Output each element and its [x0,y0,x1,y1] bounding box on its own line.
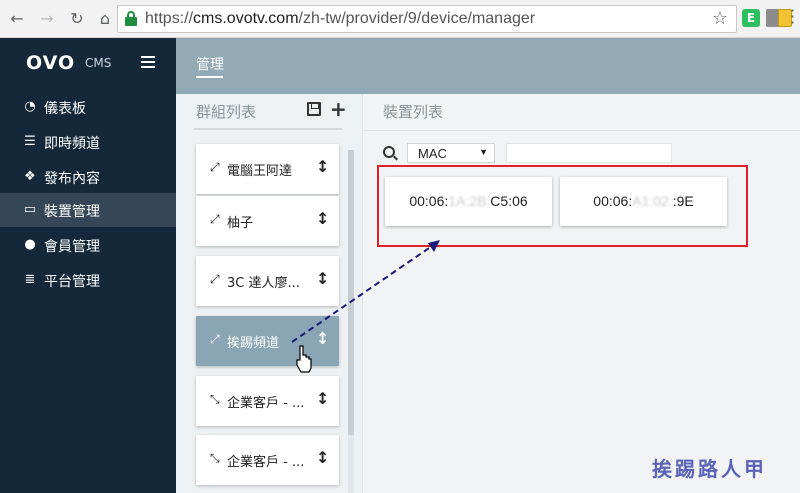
group-name: 柚子 [227,216,254,231]
mac-prefix: 00:06: [593,193,633,209]
sidebar-item-label: 裝置管理 [44,204,100,220]
mac-obscured: A1:02: [632,193,673,209]
sidebar-item-member-management[interactable]: ● 會員管理 [0,228,176,262]
group-item-selected[interactable]: ⤢ 挨踢頻道 ↕ [196,316,339,366]
evernote-extension-icon[interactable]: E [742,9,760,27]
bookmark-star-icon[interactable]: ☆ [712,8,728,29]
address-bar[interactable]: https://cms.ovotv.com/zh-tw/provider/9/d… [117,5,737,33]
collapse-arrows-icon: ⤡ [210,392,220,406]
sidebar-item-dashboard[interactable]: ◔ 儀表板 [0,90,176,124]
sidebar-item-device-management[interactable]: ▭ 裝置管理 [0,193,176,227]
sidebar-item-label: 發布內容 [44,171,100,187]
divider [194,128,342,130]
device-list-title: 裝置列表 [383,103,444,121]
url-host: cms.ovotv.com [193,10,299,27]
device-search-input[interactable] [506,143,672,163]
sort-handle-icon[interactable]: ↕ [316,269,329,288]
mac-prefix: 00:06: [409,193,449,209]
sort-handle-icon[interactable]: ↕ [316,329,329,348]
logo: OVO [26,52,76,74]
user-icon: ● [24,237,36,252]
group-item[interactable]: ⤡ 企業客戶 - ... ↕ [196,376,339,426]
expand-arrows-icon: ⤢ [210,332,220,346]
back-arrow-icon[interactable]: ← [6,8,28,30]
expand-arrows-icon: ⤢ [210,160,220,174]
add-group-icon[interactable]: + [330,97,347,121]
url-path: /zh-tw/provider/9/device/manager [298,10,536,27]
group-item[interactable]: ⤢ 柚子 ↕ [196,196,339,246]
lock-icon [125,11,137,27]
device-card[interactable]: 00:06:1A:2B:C5:06 [385,177,552,226]
sidebar-item-platform-management[interactable]: ≣ 平台管理 [0,263,176,297]
logo-subtitle: CMS [85,56,112,70]
group-name: 挨踢頻道 [227,336,280,351]
collapse-arrows-icon: ⤡ [210,451,220,465]
sidebar-item-label: 會員管理 [44,239,100,255]
url-text[interactable]: https://cms.ovotv.com/zh-tw/provider/9/d… [145,10,535,28]
tab-manage[interactable]: 管理 [196,54,224,74]
hamburger-menu-icon[interactable] [141,56,155,68]
sidebar-item-label: 即時頻道 [44,136,100,152]
group-item[interactable]: ⤢ 3C 達人廖... ↕ [196,256,339,306]
server-icon: ≣ [24,272,36,287]
group-list-title: 群組列表 [196,103,257,121]
sidebar: OVO CMS ◔ 儀表板 ☰ 即時頻道 ❖ 發布內容 ▭ 裝置管理 ● 會員管… [0,38,176,493]
forward-arrow-icon[interactable]: → [36,8,58,30]
sidebar-item-label: 儀表板 [44,101,86,117]
url-scheme: https:// [145,10,194,27]
group-name: 企業客戶 - ... [227,455,305,470]
group-name: 3C 達人廖... [227,276,300,291]
sort-handle-icon[interactable]: ↕ [316,448,329,467]
list-icon: ☰ [24,134,36,149]
group-list-panel: 群組列表 + ⤢ 電腦王阿達 ↕ ⤢ 柚子 ↕ ⤢ 3C 達人廖... ↕ ⤢ … [176,94,362,493]
scrollbar-thumb[interactable] [348,150,354,435]
sidebar-item-live-channels[interactable]: ☰ 即時頻道 [0,125,176,159]
mac-obscured: 1A:2B: [448,193,491,209]
device-list-panel: 裝置列表 MAC ▼ 00:06:1A:2B:C5:06 00:06:A1:02… [362,94,800,493]
search-icon [383,146,395,158]
expand-arrows-icon: ⤢ [210,272,220,286]
sort-handle-icon[interactable]: ↕ [316,209,329,228]
mac-suffix: C5:06 [490,193,528,209]
group-name: 電腦王阿達 [227,164,293,179]
sidebar-item-label: 平台管理 [44,274,100,290]
home-icon[interactable]: ⌂ [94,8,116,30]
sort-handle-icon[interactable]: ↕ [316,389,329,408]
monitor-icon: ▭ [23,202,37,217]
content-header: 管理 [176,38,800,94]
group-name: 企業客戶 - ... [227,396,305,411]
save-icon[interactable] [307,102,321,116]
mac-suffix: :9E [672,193,694,209]
sidebar-item-publish-content[interactable]: ❖ 發布內容 [0,160,176,194]
cubes-icon: ❖ [24,169,36,184]
device-card[interactable]: 00:06:A1:02::9E [560,177,727,226]
filter-field-select[interactable]: MAC ▼ [407,143,495,163]
divider [363,130,800,131]
reload-icon[interactable]: ↻ [66,8,88,30]
selected-filter-value: MAC [418,146,447,161]
group-item[interactable]: ⤡ 企業客戶 - ... ↕ [196,435,339,485]
browser-toolbar: ← → ↻ ⌂ https://cms.ovotv.com/zh-tw/prov… [0,0,800,38]
watermark: 挨踢路人甲 [652,457,767,481]
expand-arrows-icon: ⤢ [210,212,220,226]
browser-menu-icon[interactable]: · · · [790,3,798,31]
dashboard-icon: ◔ [24,99,36,114]
active-tab-indicator [196,76,223,78]
group-item[interactable]: ⤢ 電腦王阿達 ↕ [196,144,339,194]
chevron-down-icon: ▼ [479,147,488,157]
sort-handle-icon[interactable]: ↕ [316,157,329,176]
